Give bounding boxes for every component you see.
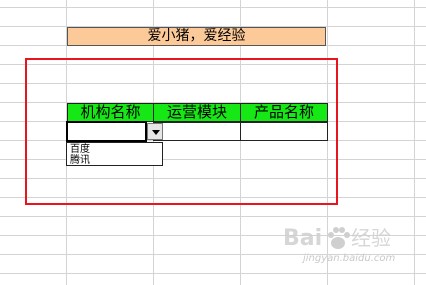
svg-text:Bai: Bai	[283, 226, 322, 251]
banner-text: 爱小猪，爱经验	[147, 28, 246, 44]
baidu-jingyan-watermark: Bai 经验	[283, 226, 391, 251]
banner-cell[interactable]: 爱小猪，爱经验	[67, 27, 326, 46]
svg-text:经验: 经验	[351, 226, 391, 250]
highlight-rectangle	[25, 58, 338, 205]
watermark-url: jingyan.baidu.com	[303, 253, 396, 264]
